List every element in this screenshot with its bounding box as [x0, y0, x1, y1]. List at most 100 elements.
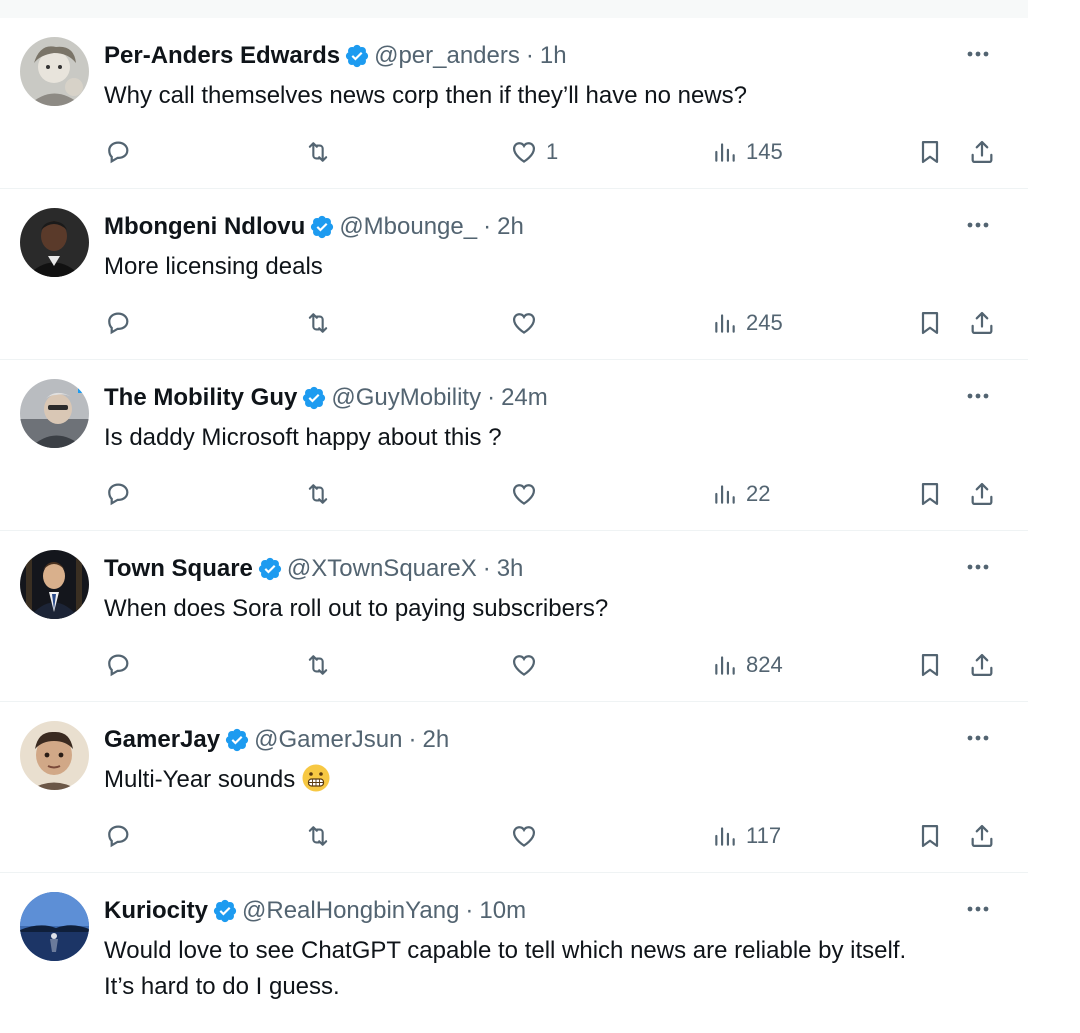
views-button[interactable]: 145	[712, 134, 783, 170]
display-name[interactable]: Per-Anders Edwards	[104, 40, 340, 72]
reply-icon	[108, 312, 129, 335]
like-button[interactable]	[510, 818, 546, 854]
user-handle[interactable]: @GamerJsun	[254, 724, 402, 756]
bookmark-button[interactable]	[916, 476, 944, 512]
share-button[interactable]	[968, 647, 996, 683]
tweet-actions: 22	[0, 476, 1028, 512]
timestamp[interactable]: 2h	[423, 724, 450, 756]
tweet[interactable]: Per-Anders Edwards @per_anders · 1h Why …	[0, 18, 1028, 189]
tweet-header: Per-Anders Edwards @per_anders · 1h	[104, 40, 567, 72]
bookmark-button[interactable]	[916, 134, 944, 170]
separator-dot: ·	[483, 213, 492, 240]
like-button[interactable]	[510, 305, 546, 341]
timestamp[interactable]: 10m	[479, 895, 526, 927]
avatar[interactable]	[20, 37, 89, 106]
reply-button[interactable]	[104, 305, 132, 341]
retweet-icon	[308, 142, 328, 162]
reply-button[interactable]	[104, 818, 132, 854]
like-count: 1	[546, 139, 559, 164]
tweet[interactable]: Mbongeni Ndlovu @Mbounge_ · 2h More lice…	[0, 189, 1028, 360]
bookmark-button[interactable]	[916, 305, 944, 341]
separator-dot: ·	[525, 42, 534, 69]
separator-dot: ·	[465, 897, 474, 924]
more-icon[interactable]	[964, 557, 992, 577]
tweet-actions: 824	[0, 647, 1028, 683]
views-icon	[715, 827, 735, 846]
tweet-header: Kuriocity @RealHongbinYang · 10m	[104, 895, 526, 927]
tweet-header: GamerJay @GamerJsun · 2h	[104, 724, 449, 756]
tweet[interactable]: Kuriocity @RealHongbinYang · 10m Would l…	[0, 873, 1028, 1033]
bookmark-button[interactable]	[916, 647, 944, 683]
share-icon	[971, 824, 993, 848]
user-handle[interactable]: @GuyMobility	[331, 382, 481, 414]
tweet-text-line: Would love to see ChatGPT capable to tel…	[104, 937, 907, 964]
tweet[interactable]: The Mobility Guy @GuyMobility · 24m Is d…	[0, 360, 1028, 531]
avatar[interactable]	[20, 208, 89, 277]
verified-badge-icon	[344, 43, 370, 69]
reply-button[interactable]	[104, 647, 132, 683]
tweet-text: Would love to see ChatGPT capable to tel…	[104, 933, 1004, 1005]
tweet[interactable]: GamerJay @GamerJsun · 2h Multi-Year soun…	[0, 702, 1028, 873]
share-button[interactable]	[968, 818, 996, 854]
reply-icon	[108, 141, 129, 164]
timestamp[interactable]: 2h	[497, 211, 524, 243]
views-button[interactable]: 824	[712, 647, 783, 683]
retweet-icon	[308, 655, 328, 675]
views-button[interactable]: 22	[712, 476, 770, 512]
display-name[interactable]: GamerJay	[104, 724, 220, 756]
bookmark-button[interactable]	[916, 818, 944, 854]
display-name[interactable]: Mbongeni Ndlovu	[104, 211, 305, 243]
display-name[interactable]: Town Square	[104, 553, 253, 585]
share-icon	[971, 482, 993, 506]
views-button[interactable]: 245	[712, 305, 783, 341]
retweet-button[interactable]	[302, 647, 334, 683]
like-button[interactable]	[510, 476, 546, 512]
retweet-button[interactable]	[302, 818, 334, 854]
user-handle[interactable]: @RealHongbinYang	[242, 895, 459, 927]
reply-button[interactable]	[104, 134, 132, 170]
share-icon	[971, 653, 993, 677]
reply-icon	[108, 483, 129, 506]
heart-icon	[512, 484, 536, 505]
timestamp[interactable]: 1h	[540, 40, 567, 72]
views-icon	[715, 656, 735, 675]
reply-icon	[108, 825, 129, 848]
display-name[interactable]: The Mobility Guy	[104, 382, 297, 414]
retweet-button[interactable]	[302, 476, 334, 512]
like-button[interactable]	[510, 647, 546, 683]
like-button[interactable]: 1	[510, 134, 558, 170]
avatar[interactable]	[20, 892, 89, 961]
share-button[interactable]	[968, 476, 996, 512]
user-handle[interactable]: @Mbounge_	[339, 211, 477, 243]
tweet-text: More licensing deals	[104, 253, 323, 280]
share-button[interactable]	[968, 305, 996, 341]
tweet-header: The Mobility Guy @GuyMobility · 24m	[104, 382, 548, 414]
share-button[interactable]	[968, 134, 996, 170]
tweet[interactable]: Town Square @XTownSquareX · 3h When does…	[0, 531, 1028, 702]
retweet-button[interactable]	[302, 134, 334, 170]
avatar[interactable]	[20, 550, 89, 619]
reply-button[interactable]	[104, 476, 132, 512]
reply-feed: Per-Anders Edwards @per_anders · 1h Why …	[0, 18, 1028, 1033]
views-button[interactable]: 117	[712, 818, 781, 854]
views-icon	[715, 143, 735, 162]
more-icon[interactable]	[964, 899, 992, 919]
user-handle[interactable]: @XTownSquareX	[287, 553, 477, 585]
timestamp[interactable]: 24m	[501, 382, 548, 414]
top-strip	[0, 0, 1028, 18]
timestamp[interactable]: 3h	[497, 553, 524, 585]
avatar[interactable]	[20, 721, 89, 790]
user-handle[interactable]: @per_anders	[374, 40, 520, 72]
retweet-button[interactable]	[302, 305, 334, 341]
tweet-header: Mbongeni Ndlovu @Mbounge_ · 2h	[104, 211, 524, 243]
heart-icon	[512, 826, 536, 847]
avatar[interactable]	[20, 379, 89, 448]
more-icon[interactable]	[964, 728, 992, 748]
tweet-text: When does Sora roll out to paying subscr…	[104, 595, 609, 622]
more-icon[interactable]	[964, 44, 992, 64]
display-name[interactable]: Kuriocity	[104, 895, 208, 927]
more-icon[interactable]	[964, 215, 992, 235]
separator-dot: ·	[487, 384, 496, 411]
more-icon[interactable]	[964, 386, 992, 406]
retweet-icon	[308, 313, 328, 333]
